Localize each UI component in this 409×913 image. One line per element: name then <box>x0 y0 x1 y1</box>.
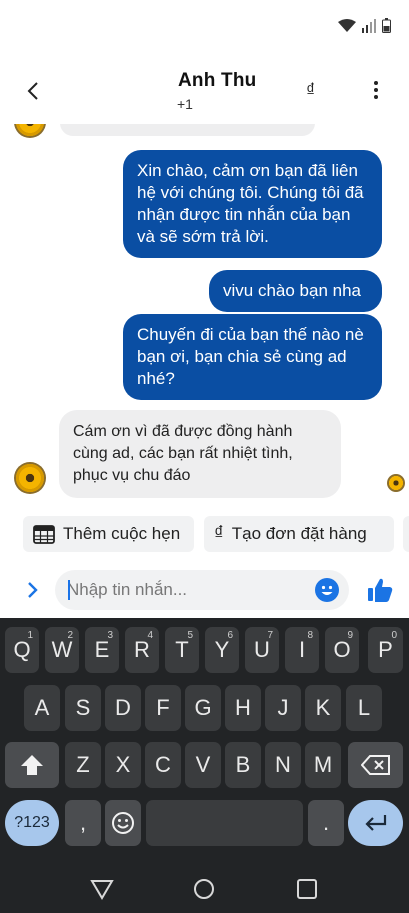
circle-home-icon <box>194 879 214 899</box>
participant-count: +1 <box>177 96 193 112</box>
key-o[interactable]: O9 <box>325 627 359 673</box>
key-f[interactable]: F <box>145 685 181 731</box>
backspace-key[interactable] <box>348 742 403 788</box>
enter-key[interactable] <box>348 800 403 846</box>
triangle-back-icon <box>90 880 114 900</box>
period-key[interactable]: . <box>308 800 344 846</box>
outgoing-message[interactable]: Chuyến đi của bạn thế nào nè bạn ơi, bạn… <box>123 314 382 400</box>
add-appointment-label: Thêm cuộc hẹn <box>63 524 181 543</box>
comma-key[interactable]: , <box>65 800 101 846</box>
like-button[interactable] <box>366 576 394 604</box>
key-t[interactable]: T5 <box>165 627 199 673</box>
key-s[interactable]: S <box>65 685 101 731</box>
emoji-key[interactable] <box>105 800 141 846</box>
key-r[interactable]: R4 <box>125 627 159 673</box>
shift-arrow-icon <box>21 755 43 775</box>
read-receipt-avatar <box>387 474 405 492</box>
key-h[interactable]: H <box>225 685 261 731</box>
quick-actions-bar: Thêm cuộc hẹn ₫ Tạo đơn đặt hàng <box>0 514 409 558</box>
previous-message-bubble <box>60 124 315 136</box>
create-order-button[interactable]: ₫ Tạo đơn đặt hàng <box>204 516 394 552</box>
calendar-icon <box>33 525 55 544</box>
contact-avatar <box>14 124 46 138</box>
key-i[interactable]: I8 <box>285 627 319 673</box>
create-order-label: Tạo đơn đặt hàng <box>231 524 367 543</box>
key-x[interactable]: X <box>105 742 141 788</box>
status-bar <box>0 0 409 56</box>
key-q[interactable]: Q1 <box>5 627 39 673</box>
symbols-key[interactable]: ?123 <box>5 800 59 846</box>
key-w[interactable]: W2 <box>45 627 79 673</box>
key-a[interactable]: A <box>24 685 60 731</box>
battery-icon <box>382 18 391 38</box>
shift-key[interactable] <box>5 742 59 788</box>
system-navigation-bar <box>0 864 409 913</box>
nav-recents-button[interactable] <box>294 876 320 902</box>
key-c[interactable]: C <box>145 742 181 788</box>
smiley-icon <box>112 812 134 834</box>
signal-icon <box>362 18 376 38</box>
key-v[interactable]: V <box>185 742 221 788</box>
message-list[interactable]: Xin chào, cảm ơn bạn đã liên hệ với chún… <box>0 124 409 509</box>
chevron-right-icon <box>28 582 38 598</box>
thumbs-up-icon <box>368 578 393 602</box>
outgoing-message[interactable]: vivu chào bạn nha <box>209 270 382 312</box>
nav-home-button[interactable] <box>191 876 217 902</box>
dong-icon[interactable]: ₫ <box>306 80 315 101</box>
add-appointment-button[interactable]: Thêm cuộc hẹn <box>23 516 194 552</box>
emoji-button[interactable] <box>315 578 339 602</box>
key-z[interactable]: Z <box>65 742 101 788</box>
key-b[interactable]: B <box>225 742 261 788</box>
key-g[interactable]: G <box>185 685 221 731</box>
expand-button[interactable] <box>22 578 44 602</box>
smiley-icon <box>321 585 333 595</box>
conversation-header: Anh Thu +1 ₫ <box>0 56 409 124</box>
key-l[interactable]: L <box>346 685 382 731</box>
key-n[interactable]: N <box>265 742 301 788</box>
on-screen-keyboard: Q1 W2 E3 R4 T5 Y6 U7 I8 O9 P0 A S D F G … <box>0 618 409 864</box>
contact-name[interactable]: Anh Thu <box>178 70 256 92</box>
message-composer <box>0 562 409 618</box>
key-d[interactable]: D <box>105 685 141 731</box>
message-input[interactable] <box>67 570 297 610</box>
key-y[interactable]: Y6 <box>205 627 239 673</box>
text-caret <box>68 580 70 600</box>
message-input-container[interactable] <box>55 570 349 610</box>
key-u[interactable]: U7 <box>245 627 279 673</box>
backspace-icon <box>360 755 390 775</box>
contact-avatar <box>14 462 46 494</box>
chevron-left-icon <box>27 82 38 100</box>
enter-icon <box>364 815 386 831</box>
status-icons <box>338 18 391 38</box>
key-m[interactable]: M <box>305 742 341 788</box>
wifi-icon <box>338 18 356 38</box>
incoming-message[interactable]: Cám ơn vì đã được đồng hành cùng ad, các… <box>59 410 341 498</box>
outgoing-message[interactable]: Xin chào, cảm ơn bạn đã liên hệ với chún… <box>123 150 382 258</box>
key-k[interactable]: K <box>305 685 341 731</box>
more-quick-actions[interactable] <box>403 516 409 552</box>
more-options-button[interactable] <box>366 78 386 102</box>
dong-icon: ₫ <box>214 523 224 544</box>
back-button[interactable] <box>18 76 48 106</box>
key-e[interactable]: E3 <box>85 627 119 673</box>
nav-back-button[interactable] <box>89 876 115 902</box>
square-recents-icon <box>297 879 317 899</box>
key-j[interactable]: J <box>265 685 301 731</box>
key-p[interactable]: P0 <box>368 627 403 673</box>
space-key[interactable] <box>146 800 303 846</box>
